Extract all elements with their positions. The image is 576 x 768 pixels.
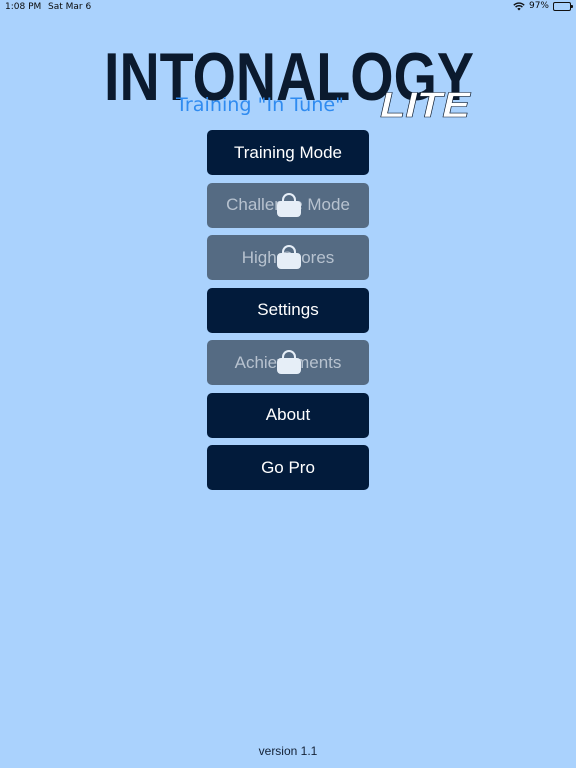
challenge-mode-button[interactable]: Challenge Mode — [207, 182, 369, 228]
about-button[interactable]: About — [207, 392, 369, 438]
app-logo: INTONALOGY Training "In Tune" LITE — [99, 18, 479, 123]
version-label: version 1.1 — [258, 744, 318, 758]
logo-edition: LITE — [380, 86, 472, 123]
button-label: About — [265, 405, 311, 424]
go-pro-button[interactable]: Go Pro — [207, 445, 369, 490]
training-mode-button[interactable]: Training Mode — [207, 130, 369, 175]
battery-icon — [553, 1, 573, 11]
logo-tagline: Training "In Tune" — [175, 94, 344, 116]
main-menu: Training Mode Challenge Mode High Scores… — [207, 130, 369, 498]
achievements-button[interactable]: Achievements — [207, 340, 369, 385]
status-indicators: 97% — [513, 1, 573, 11]
settings-button[interactable]: Settings — [207, 287, 369, 333]
status-date: Sat Mar 6 — [48, 2, 92, 12]
battery-percentage: 97% — [528, 1, 549, 11]
button-label: Settings — [257, 300, 319, 319]
wifi-icon — [513, 1, 525, 10]
lock-icon — [276, 245, 302, 270]
button-label: Go Pro — [261, 457, 315, 477]
button-label: Training Mode — [233, 142, 343, 162]
lock-icon — [276, 350, 302, 375]
high-scores-button[interactable]: High Scores — [207, 235, 369, 280]
status-time: 1:08 PM — [5, 2, 42, 12]
lock-icon — [276, 192, 302, 218]
status-bar: 1:08 PM Sat Mar 6 97% — [0, 0, 576, 16]
